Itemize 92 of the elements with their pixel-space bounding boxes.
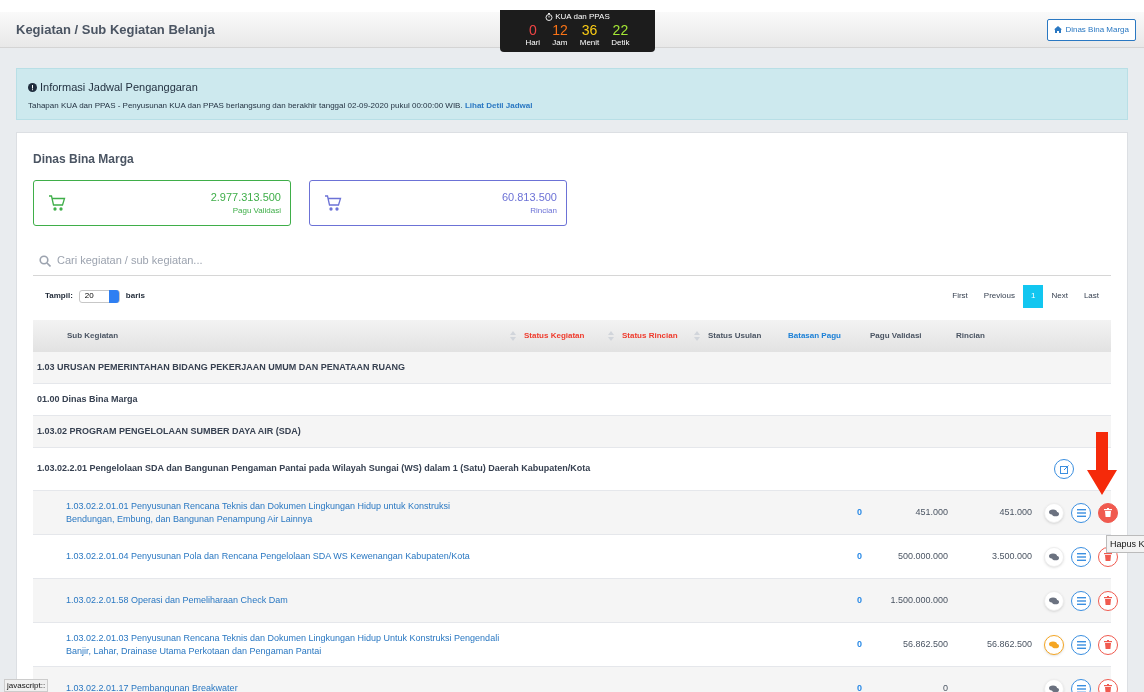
delete-button[interactable]	[1098, 590, 1118, 611]
delete-button[interactable]	[1098, 678, 1118, 692]
stat-value: 60.813.500	[501, 189, 557, 205]
comment-icon	[1049, 684, 1059, 692]
annotation-arrow	[1087, 432, 1117, 495]
home-icon	[1054, 26, 1063, 33]
sub-kegiatan-link[interactable]: 1.03.02.2.01.04 Penyusunan Pola dan Rencana Pengelolaan SDA WS Kewenangan Kabupaten/Kota	[33, 550, 520, 563]
list-icon	[1076, 596, 1086, 605]
cart-icon	[324, 195, 342, 211]
list-icon	[1076, 552, 1086, 561]
column-header[interactable]: Status Kegiatan	[524, 330, 585, 342]
stopwatch-icon	[545, 13, 554, 21]
sub-kegiatan-link[interactable]: 1.03.02.2.01.01 Penyusunan Rencana Teknis dan Dokumen Lingkungan Hidup untuk Konstruksi Bendungan, Embung, dan Bangunan Penampung Air Lainnya	[33, 499, 520, 526]
pagu-validasi-cell-text: 451.000	[914, 505, 949, 519]
info-text: Tahapan KUA dan PPAS - Penyusunan KUA dan PPAS berlangsung dan berakhir tanggal 02-09-2020 pukul 00:00:00 WIB. Lihat Detil Jadwal	[28, 99, 534, 112]
comment-button[interactable]	[1044, 634, 1064, 655]
batasan-pagu-value[interactable]: 0	[784, 637, 866, 652]
stat-label: Rincian	[530, 205, 557, 218]
comment-icon	[1049, 552, 1059, 561]
list-icon	[1076, 684, 1086, 692]
countdown-unit: Menit	[579, 38, 600, 47]
search-icon	[39, 254, 51, 267]
stat-value: 2.977.313.500	[210, 189, 281, 205]
trash-icon	[1104, 684, 1112, 692]
pagination-button[interactable]: Previous	[975, 284, 1023, 308]
list-icon	[1076, 640, 1086, 649]
list-button[interactable]	[1071, 546, 1091, 567]
cart-icon	[48, 195, 66, 211]
trash-icon	[1104, 508, 1112, 517]
countdown-title: KUA dan PPAS	[555, 11, 610, 23]
delete-button[interactable]	[1098, 502, 1118, 523]
search-input[interactable]: Cari kegiatan / sub kegiatan...	[57, 252, 1111, 269]
group-label: 01.00 Dinas Bina Marga	[37, 392, 138, 406]
unit-button[interactable]: Dinas Bina Marga	[1047, 18, 1136, 41]
edit-icon	[1059, 464, 1069, 474]
list-icon	[1076, 508, 1086, 517]
countdown-unit: Hari	[525, 38, 541, 47]
sub-kegiatan-link[interactable]: 1.03.02.2.01.03 Penyusunan Rencana Teknis dan Dokumen Lingkungan Hidup Untuk Konstruksi Pengendali Banjir, Lahar, Drainase Utama Perkotaan dan Pengaman Pantai	[33, 631, 520, 658]
countdown-value: 12	[552, 23, 568, 38]
batasan-pagu-value[interactable]: 0	[784, 549, 866, 564]
url-tooltip: javascript::	[4, 679, 49, 692]
column-header[interactable]: Batasan Pagu	[788, 330, 841, 342]
edit-button[interactable]	[1054, 459, 1074, 479]
column-header[interactable]: Sub Kegiatan	[67, 330, 119, 342]
trash-icon	[1104, 596, 1112, 605]
comment-icon	[1049, 596, 1059, 605]
search-field[interactable]: Cari kegiatan / sub kegiatan...	[33, 246, 1111, 276]
column-header[interactable]: Status Rincian	[622, 330, 678, 342]
rincian-cell-text: 451.000	[998, 505, 1033, 519]
countdown-unit: Jam	[552, 38, 568, 47]
group-label: 1.03 URUSAN PEMERINTAHAN BIDANG PEKERJAAN UMUM DAN PENATAAN RUANG	[37, 360, 406, 374]
batasan-pagu-value[interactable]: 0	[784, 593, 866, 608]
pagu-validasi-cell-text: 500.000.000	[896, 549, 949, 563]
column-header[interactable]: Status Usulan	[708, 330, 762, 342]
card-title: Dinas Bina Marga	[33, 151, 135, 168]
delete-button[interactable]	[1098, 634, 1118, 655]
countdown-value: 22	[612, 23, 629, 38]
page-title: Kegiatan / Sub Kegiatan Belanja	[16, 20, 215, 39]
trash-icon	[1104, 640, 1112, 649]
group-label: 1.03.02 PROGRAM PENGELOLAAN SUMBER DAYA AIR (SDA)	[37, 424, 301, 438]
rincian-cell-text: 56.862.500	[985, 637, 1033, 651]
sub-kegiatan-link[interactable]: 1.03.02.2.01.58 Operasi dan Pemeliharaan Check Dam	[33, 594, 520, 607]
pagu-validasi-cell-text: 0	[942, 681, 949, 692]
tooltip: Hapus K	[1106, 535, 1144, 553]
batasan-pagu-value[interactable]: 0	[784, 505, 866, 520]
list-button[interactable]	[1071, 678, 1091, 692]
page-size-label: Tampil:	[45, 290, 73, 302]
list-button[interactable]	[1071, 590, 1091, 611]
pagu-validasi-cell-text: 1.500.000.000	[889, 593, 949, 607]
pagu-validasi-cell-text: 56.862.500	[901, 637, 949, 651]
info-title: Informasi Jadwal Penganggaran	[40, 80, 198, 95]
pagination-button[interactable]: Last	[1075, 284, 1107, 308]
countdown-value: 36	[581, 23, 598, 38]
comment-icon	[1049, 640, 1059, 649]
column-header[interactable]: Pagu Validasi	[870, 330, 922, 342]
countdown-unit: Detik	[611, 38, 630, 47]
pagination-button[interactable]: Next	[1043, 284, 1076, 308]
countdown-value: 0	[528, 23, 537, 38]
kegiatan-label: 1.03.02.2.01 Pengelolaan SDA dan Bangunan Pengaman Pantai pada Wilayah Sungai (WS) dalam 1 (Satu) Daerah Kabupaten/Kota	[37, 462, 591, 476]
stat-label: Pagu Validasi	[232, 205, 281, 218]
page-size-suffix: baris	[125, 290, 145, 302]
pagination-button[interactable]: First	[944, 284, 976, 308]
column-header[interactable]: Rincian	[956, 330, 985, 342]
list-button[interactable]	[1071, 634, 1091, 655]
comment-icon	[1049, 508, 1059, 517]
list-button[interactable]	[1071, 502, 1091, 523]
rincian-cell-text: 3.500.000	[990, 549, 1033, 563]
batasan-pagu-value[interactable]: 0	[784, 681, 866, 692]
trash-icon	[1104, 552, 1112, 561]
info-icon	[28, 82, 37, 92]
schedule-link[interactable]: Lihat Detil Jadwal	[464, 100, 533, 110]
page-size-select[interactable]: 20	[78, 289, 120, 303]
